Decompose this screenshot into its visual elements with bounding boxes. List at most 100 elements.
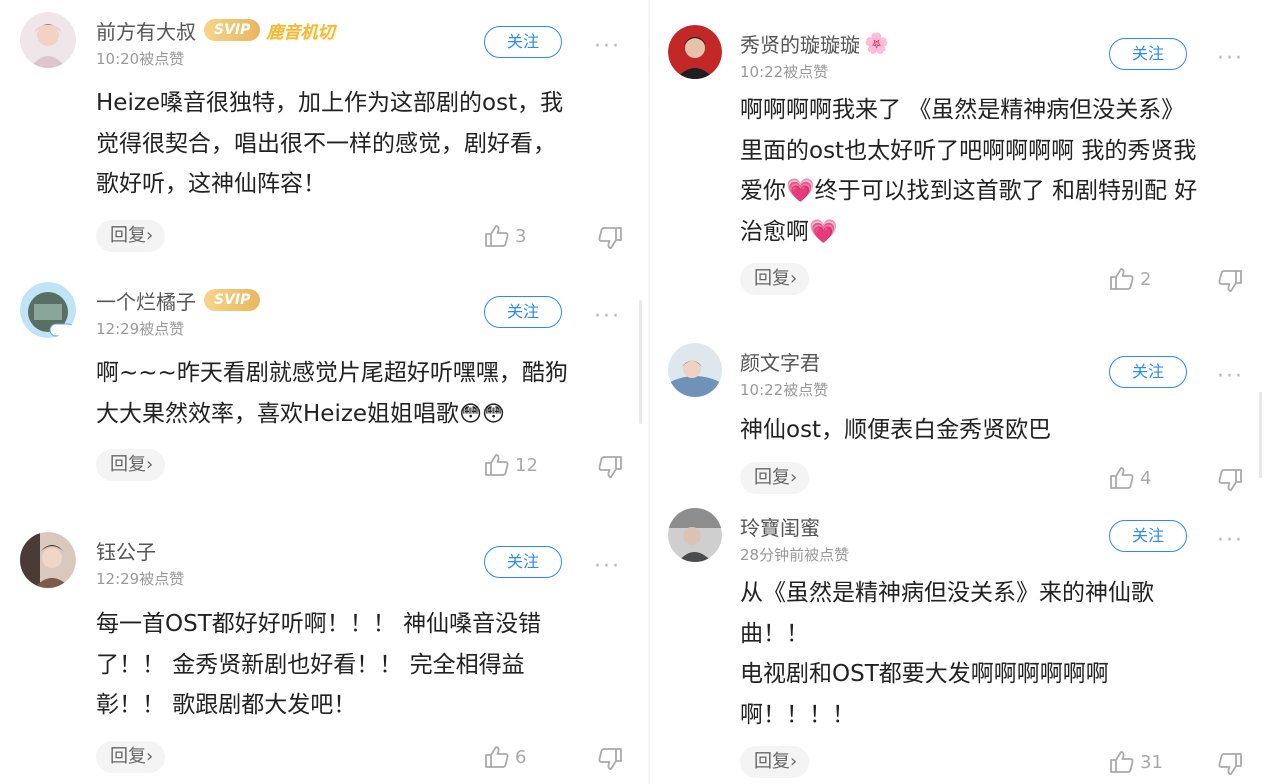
follow-button[interactable]: 关注 (484, 26, 562, 58)
thumbs-up-icon (1110, 751, 1134, 773)
comment-line: 从《虽然是精神病但没关系》来的神仙歌 (740, 580, 1154, 606)
thumbs-up-icon (1110, 467, 1134, 489)
more-icon[interactable]: ··· (1217, 530, 1244, 552)
left-comment-column[interactable]: 前方有大叔 SVIP 鹿音机切 10:20被点赞 关注 ··· Heize嗓音很… (0, 0, 648, 784)
flushed-emoji: 😳😳 (459, 401, 505, 427)
comment-text: Heize嗓音很独特，加上作为这部剧的ost，我 觉得很契合，唱出很不一样的感觉… (96, 83, 626, 205)
more-icon[interactable]: ··· (594, 306, 621, 328)
like-count: 12 (515, 454, 538, 476)
avatar[interactable] (668, 343, 722, 397)
follow-button[interactable]: 关注 (484, 296, 562, 328)
user-name[interactable]: 玲寶闺蜜 (740, 512, 820, 541)
like-time: 12:29被点赞 (96, 320, 185, 338)
comment-line: 爱你💗终于可以找到这首歌了 和剧特别配 好 (740, 178, 1198, 204)
like-button[interactable]: 6 (484, 745, 526, 769)
chevron-right-icon: › (790, 467, 798, 488)
comment-line: 彰！！ 歌跟剧都大发吧！ (96, 692, 357, 718)
comment-line: 神仙ost，顺便表白金秀贤欧巴 (740, 417, 1052, 443)
like-button[interactable]: 4 (1109, 466, 1151, 490)
chevron-right-icon: › (146, 454, 154, 475)
avatar[interactable] (20, 12, 76, 68)
avatar[interactable] (20, 532, 76, 588)
comment-line: 电视剧和OST都要大发啊啊啊啊啊啊 (740, 661, 1109, 687)
reply-label: 回复 (110, 454, 146, 475)
reply-button[interactable]: 回复› (96, 741, 166, 773)
like-time: 12:29被点赞 (96, 570, 185, 588)
thumbs-up-icon (485, 225, 509, 247)
comment-line: 啊啊啊啊我来了 《虽然是精神病但没关系》 (740, 97, 1185, 123)
thumbs-down-icon (598, 227, 622, 249)
like-button[interactable]: 3 (484, 224, 526, 248)
comment-line: 啊！！！！ (740, 701, 855, 728)
comment-line: 治愈啊💗 (740, 218, 838, 245)
medal-badge: 鹿音机切 (266, 22, 335, 43)
reply-label: 回复 (110, 746, 146, 767)
more-icon[interactable]: ··· (594, 556, 621, 578)
user-name[interactable]: 钰公子 (96, 536, 156, 565)
more-icon[interactable]: ··· (1217, 48, 1244, 70)
dislike-button[interactable] (597, 226, 623, 250)
reply-button[interactable]: 回复› (740, 746, 810, 778)
reply-label: 回复 (110, 225, 146, 246)
reply-button[interactable]: 回复› (96, 220, 166, 252)
comment-text: 啊啊啊啊我来了 《虽然是精神病但没关系》 里面的ost也太好听了吧啊啊啊啊 我的… (740, 90, 1250, 252)
user-name[interactable]: 颜文字君 (740, 347, 820, 376)
like-time: 10:22被点赞 (740, 63, 829, 81)
avatar[interactable] (668, 25, 722, 79)
thumbs-up-icon (1110, 268, 1134, 290)
comment-line: 里面的ost也太好听了吧啊啊啊啊 我的秀贤我 (740, 137, 1197, 164)
like-count: 6 (515, 746, 527, 768)
more-icon[interactable]: ··· (594, 36, 621, 58)
dislike-button[interactable] (597, 455, 623, 479)
thumbs-down-icon (1218, 469, 1242, 491)
like-time: 10:22被点赞 (740, 381, 829, 399)
follow-button[interactable]: 关注 (484, 546, 562, 578)
dislike-button[interactable] (1217, 269, 1243, 293)
user-name[interactable]: 秀贤的璇璇璇 (740, 29, 860, 58)
thumbs-down-icon (598, 456, 622, 478)
chevron-right-icon: › (790, 268, 798, 289)
svip-badge: SVIP (204, 289, 261, 311)
follow-button[interactable]: 关注 (1109, 356, 1187, 388)
follow-button[interactable]: 关注 (1109, 38, 1187, 70)
comment-text: 每一首OST都好好听啊！！！ 神仙嗓音没错 了！！ 金秀贤新剧也好看！！ 完全相… (96, 604, 626, 726)
reply-label: 回复 (754, 268, 790, 289)
more-icon[interactable]: ··· (1217, 366, 1244, 388)
thumbs-down-icon (598, 748, 622, 770)
user-name[interactable]: 一个烂橘子 (96, 286, 196, 315)
reply-button[interactable]: 回复› (96, 449, 166, 481)
comment-text: 从《虽然是精神病但没关系》来的神仙歌 曲！！ 电视剧和OST都要大发啊啊啊啊啊啊… (740, 573, 1250, 735)
reply-button[interactable]: 回复› (740, 462, 810, 494)
chevron-right-icon: › (146, 225, 154, 246)
reply-button[interactable]: 回复› (740, 263, 810, 295)
dislike-button[interactable] (1217, 468, 1243, 492)
avatar[interactable] (20, 282, 76, 338)
like-button[interactable]: 12 (484, 453, 538, 477)
reply-label: 回复 (754, 751, 790, 772)
scrollbar[interactable] (1259, 392, 1262, 478)
thumbs-down-icon (1218, 753, 1242, 775)
dislike-button[interactable] (1217, 752, 1243, 776)
comment-line: 每一首OST都好好听啊！！！ 神仙嗓音没错 (96, 611, 542, 637)
scrollbar[interactable] (639, 300, 642, 424)
chevron-right-icon: › (146, 746, 154, 767)
user-name[interactable]: 前方有大叔 (96, 16, 196, 45)
chevron-right-icon: › (790, 751, 798, 772)
right-comment-column[interactable]: 秀贤的璇璇璇 🌸 10:22被点赞 关注 ··· 啊啊啊啊我来了 《虽然是精神病… (650, 0, 1267, 784)
thumbs-up-icon (485, 746, 509, 768)
thumbs-up-icon (485, 454, 509, 476)
comment-line: 大大果然效率，喜欢Heize姐姐唱歌 (96, 400, 460, 427)
comment-line: Heize嗓音很独特，加上作为这部剧的ost，我 (96, 90, 564, 116)
flower-emoji: 🌸 (864, 31, 889, 55)
avatar[interactable] (668, 508, 722, 562)
like-count: 2 (1140, 268, 1152, 290)
like-time: 10:20被点赞 (96, 50, 185, 68)
like-button[interactable]: 2 (1109, 267, 1151, 291)
comment-line: 曲！！ (740, 620, 809, 647)
like-count: 31 (1140, 751, 1163, 773)
like-button[interactable]: 31 (1109, 750, 1163, 774)
follow-button[interactable]: 关注 (1109, 520, 1187, 552)
dislike-button[interactable] (597, 747, 623, 771)
comment-line: 歌好听，这神仙阵容！ (96, 171, 326, 197)
comment-line: 觉得很契合，唱出很不一样的感觉，剧好看， (96, 130, 556, 157)
